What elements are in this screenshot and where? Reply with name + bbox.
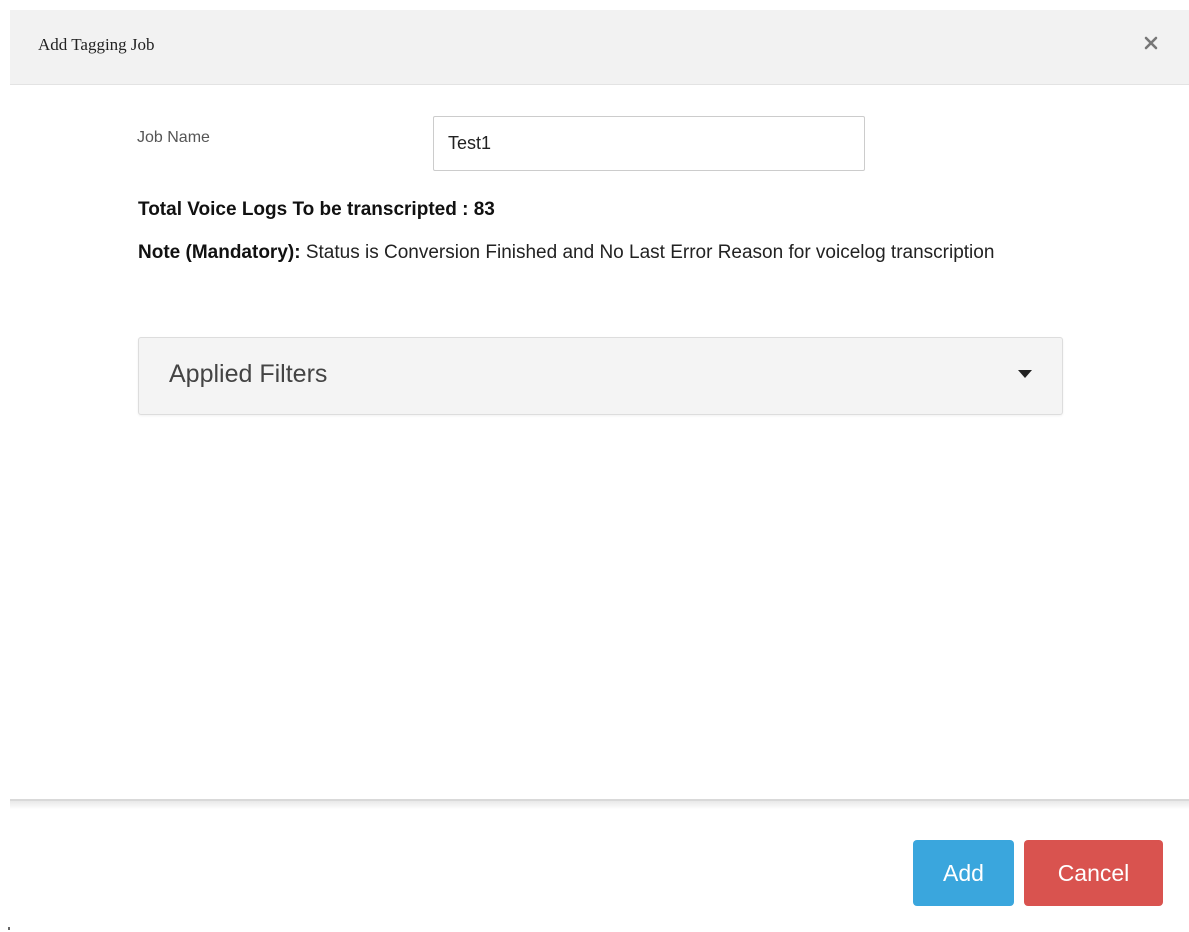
applied-filters-panel[interactable]: Applied Filters bbox=[138, 337, 1063, 415]
job-name-input[interactable] bbox=[433, 116, 865, 171]
cancel-button[interactable]: Cancel bbox=[1024, 840, 1163, 906]
note-text: Note (Mandatory): Status is Conversion F… bbox=[138, 234, 1028, 272]
note-label: Note (Mandatory): bbox=[138, 242, 301, 263]
applied-filters-title: Applied Filters bbox=[169, 360, 328, 388]
add-tagging-job-dialog: Add Tagging Job Job Name Total Voice Log… bbox=[0, 0, 1189, 932]
add-button[interactable]: Add bbox=[913, 840, 1014, 906]
corner-mark bbox=[8, 927, 10, 930]
dialog-title: Add Tagging Job bbox=[38, 35, 155, 54]
dialog-body: Job Name Total Voice Logs To be transcri… bbox=[10, 86, 1189, 798]
caret-down-icon bbox=[1018, 370, 1032, 378]
close-icon bbox=[1144, 36, 1158, 50]
close-button[interactable] bbox=[1139, 31, 1163, 55]
job-name-label: Job Name bbox=[137, 129, 210, 146]
total-voice-logs-text: Total Voice Logs To be transcripted : 83 bbox=[138, 199, 495, 220]
dialog-header: Add Tagging Job bbox=[10, 10, 1189, 85]
note-content: Status is Conversion Finished and No Las… bbox=[305, 242, 995, 263]
footer-divider bbox=[10, 799, 1189, 809]
